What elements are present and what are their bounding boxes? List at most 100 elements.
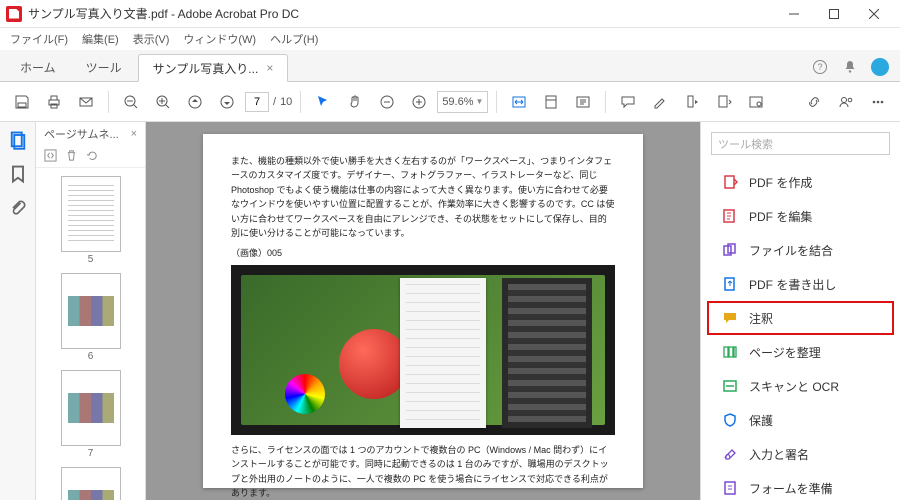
- titlebar: サンプル写真入り文書.pdf - Adobe Acrobat Pro DC: [0, 0, 900, 28]
- account-avatar[interactable]: [866, 53, 894, 81]
- tab-home[interactable]: ホーム: [6, 53, 70, 81]
- hand-tool-icon[interactable]: [341, 88, 369, 116]
- combine-icon: [721, 241, 739, 259]
- read-mode-icon[interactable]: [569, 88, 597, 116]
- thumb-options-icon[interactable]: [44, 149, 57, 165]
- tool-item-organize[interactable]: ページを整理: [707, 335, 894, 369]
- acrobat-app-icon: [6, 6, 22, 22]
- tools-search-input[interactable]: ツール検索: [711, 132, 890, 155]
- tab-document[interactable]: サンプル写真入り... ×: [138, 54, 289, 82]
- prev-page-icon[interactable]: [181, 88, 209, 116]
- doc-paragraph-2: さらに、ライセンスの面では 1 つのアカウントで複数台の PC（Windows …: [231, 443, 615, 500]
- menu-edit[interactable]: 編集(E): [82, 31, 119, 47]
- menubar: ファイル(F) 編集(E) 表示(V) ウィンドウ(W) ヘルプ(H): [0, 28, 900, 50]
- tool-item-sign[interactable]: 入力と署名: [707, 437, 894, 471]
- tool-item-combine[interactable]: ファイルを結合: [707, 233, 894, 267]
- zoom-value: 59.6%: [442, 96, 473, 108]
- edit-icon: [721, 207, 739, 225]
- zoom-dropdown[interactable]: 59.6% ▼: [437, 91, 488, 113]
- help-icon[interactable]: ?: [806, 53, 834, 81]
- tool-item-label: スキャンと OCR: [749, 378, 839, 395]
- scan-icon: [721, 377, 739, 395]
- maximize-button[interactable]: [814, 0, 854, 28]
- sign-icon: [721, 445, 739, 463]
- tool-item-label: PDF を作成: [749, 174, 812, 191]
- tool-item-label: 注釈: [749, 310, 773, 327]
- page-sep: /: [273, 96, 276, 108]
- menu-help[interactable]: ヘルプ(H): [270, 31, 318, 47]
- thumbnail-page-number: 7: [61, 448, 121, 459]
- zoom-in-icon[interactable]: [149, 88, 177, 116]
- thumbnail-page-number: 5: [61, 254, 121, 265]
- selection-tool-icon[interactable]: [309, 88, 337, 116]
- thumb-rotate-icon[interactable]: [86, 149, 99, 165]
- bell-icon[interactable]: [836, 53, 864, 81]
- thumbnail-page-number: 6: [61, 351, 121, 362]
- document-area[interactable]: また、機能の種類以外で使い勝手を大きく左右するのが「ワークスペース」、つまりイン…: [146, 122, 700, 500]
- tool-item-protect[interactable]: 保護: [707, 403, 894, 437]
- svg-text:?: ?: [817, 62, 822, 72]
- save-icon[interactable]: [8, 88, 36, 116]
- fit-page-icon[interactable]: [537, 88, 565, 116]
- menu-view[interactable]: 表示(V): [133, 31, 170, 47]
- next-page-icon[interactable]: [213, 88, 241, 116]
- minus-icon[interactable]: [373, 88, 401, 116]
- signature-icon[interactable]: [710, 88, 738, 116]
- tool-item-label: PDF を編集: [749, 208, 812, 225]
- doc-embedded-image: [231, 265, 615, 435]
- plus-icon[interactable]: [405, 88, 433, 116]
- tools-search-placeholder: ツール検索: [718, 136, 773, 152]
- share-people-icon[interactable]: [832, 88, 860, 116]
- thumbnails-tools: [36, 146, 145, 168]
- tools-panel: ツール検索 PDF を作成 PDF を編集ファイルを結合 PDF を書き出し注釈ペー…: [700, 122, 900, 500]
- close-window-button[interactable]: [854, 0, 894, 28]
- tab-tools[interactable]: ツール: [72, 53, 136, 81]
- tool-item-scan[interactable]: スキャンと OCR: [707, 369, 894, 403]
- mail-icon[interactable]: [72, 88, 100, 116]
- thumbnails-close-icon[interactable]: ×: [131, 128, 137, 140]
- thumbnail-page-preview: [61, 370, 121, 446]
- tool-item-label: 保護: [749, 412, 773, 429]
- tool-item-edit[interactable]: PDF を編集: [707, 199, 894, 233]
- tool-item-label: ファイルを結合: [749, 242, 833, 259]
- page-total: 10: [280, 96, 292, 108]
- chevron-down-icon: ▼: [476, 97, 484, 106]
- thumbnails-list[interactable]: 5 6 7: [36, 168, 145, 500]
- stamp-icon[interactable]: [678, 88, 706, 116]
- print-icon[interactable]: [40, 88, 68, 116]
- attachment-nav-icon[interactable]: [8, 198, 28, 218]
- highlight-icon[interactable]: [646, 88, 674, 116]
- menu-window[interactable]: ウィンドウ(W): [183, 31, 256, 47]
- thumbnail[interactable]: 7: [61, 370, 121, 459]
- thumbnail[interactable]: 5: [61, 176, 121, 265]
- more-icon[interactable]: [864, 88, 892, 116]
- thumbnails-panel: ページサムネ... × 5 6 7: [36, 122, 146, 500]
- form-icon: [721, 479, 739, 497]
- share-link-icon[interactable]: [800, 88, 828, 116]
- tool-item-export[interactable]: PDF を書き出し: [707, 267, 894, 301]
- tab-close-icon[interactable]: ×: [266, 61, 273, 75]
- tool-item-create[interactable]: PDF を作成: [707, 165, 894, 199]
- zoom-out-icon[interactable]: [117, 88, 145, 116]
- thumb-delete-icon[interactable]: [65, 149, 78, 165]
- create-icon: [721, 173, 739, 191]
- thumbnails-header: ページサムネ... ×: [36, 122, 145, 146]
- protect-icon: [721, 411, 739, 429]
- export-icon: [721, 275, 739, 293]
- tool-item-form[interactable]: フォームを準備: [707, 471, 894, 500]
- page-current-input[interactable]: [245, 92, 269, 112]
- thumbnails-title: ページサムネ...: [44, 126, 119, 142]
- redact-icon[interactable]: [742, 88, 770, 116]
- menu-file[interactable]: ファイル(F): [10, 31, 68, 47]
- content: ページサムネ... × 5 6 7 また、機能の種類以外で使い勝手を大きく左右するの…: [0, 122, 900, 500]
- thumbnail[interactable]: [61, 467, 121, 500]
- minimize-button[interactable]: [774, 0, 814, 28]
- comment-icon[interactable]: [614, 88, 642, 116]
- fit-width-icon[interactable]: [505, 88, 533, 116]
- left-nav-rail: [0, 122, 36, 500]
- page-indicator: / 10: [245, 92, 292, 112]
- thumbnails-nav-icon[interactable]: [8, 130, 28, 150]
- tool-item-comment[interactable]: 注釈: [707, 301, 894, 335]
- bookmark-nav-icon[interactable]: [8, 164, 28, 184]
- thumbnail[interactable]: 6: [61, 273, 121, 362]
